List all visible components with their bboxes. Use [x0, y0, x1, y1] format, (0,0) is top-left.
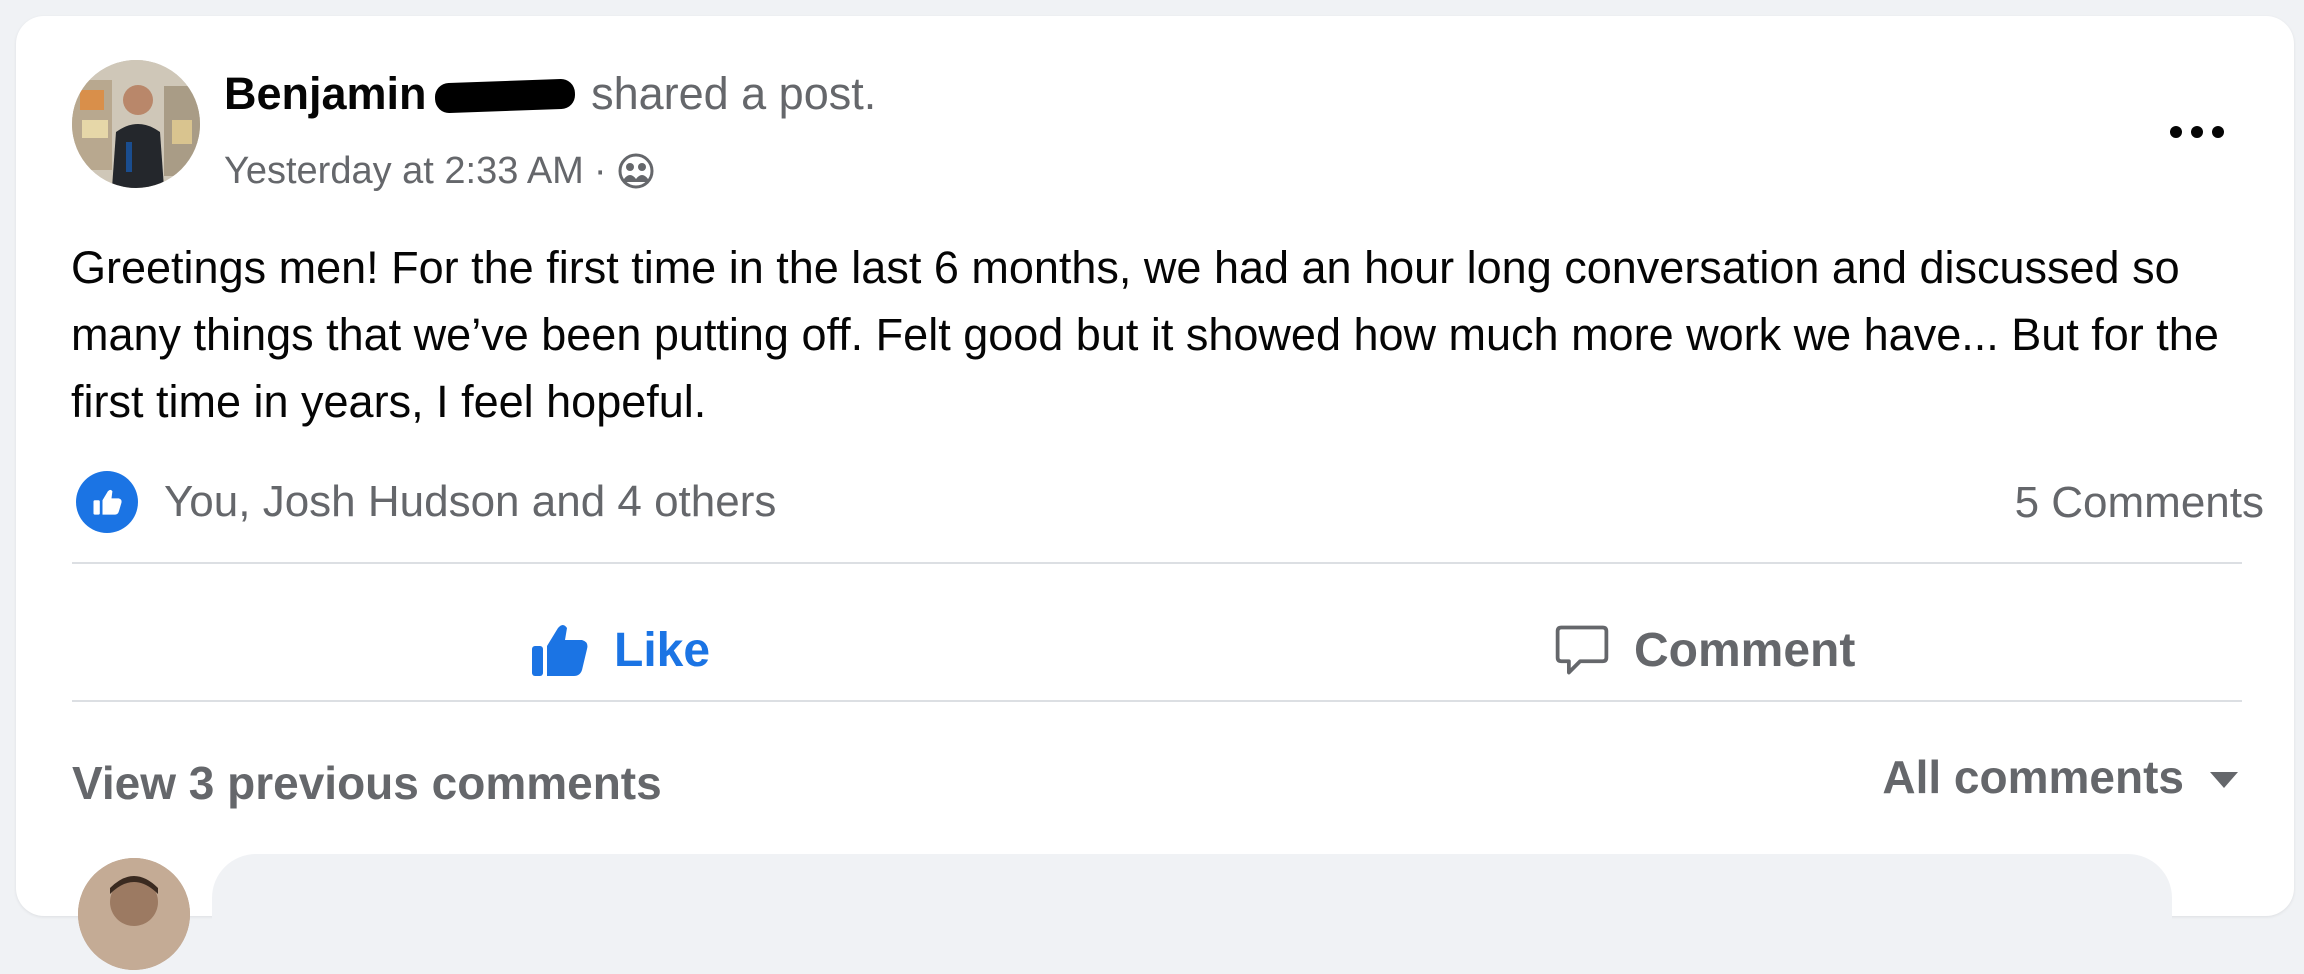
post-card: Benjamin shared a post. Yesterday at 2:3… — [16, 16, 2294, 974]
meta-separator: · — [593, 150, 607, 192]
author-avatar[interactable] — [72, 60, 200, 188]
divider — [72, 562, 2242, 564]
comment-button-label: Comment — [1634, 623, 1856, 677]
reactors-text[interactable]: You, Josh Hudson and 4 others — [164, 477, 776, 527]
like-button-label: Like — [614, 623, 711, 677]
author-avatar-image — [72, 60, 200, 188]
all-comments-label: All comments — [1882, 751, 2184, 803]
all-comments-dropdown[interactable]: All comments — [1882, 750, 2238, 804]
post-timestamp[interactable]: Yesterday at 2:33 AM — [224, 148, 584, 194]
thumbs-up-icon — [532, 625, 588, 676]
redaction-mark — [434, 78, 576, 114]
caret-down-icon — [2210, 772, 2238, 788]
post-meta: Yesterday at 2:33 AM · — [224, 148, 655, 194]
like-reaction-icon — [76, 471, 138, 533]
commenter-avatar[interactable] — [78, 858, 190, 970]
more-options-icon[interactable] — [2168, 112, 2226, 152]
like-button[interactable]: Like — [528, 612, 710, 688]
friends-icon[interactable] — [617, 152, 655, 190]
author-name[interactable]: Benjamin — [224, 68, 427, 119]
shared-text: shared a post. — [591, 68, 877, 119]
comment-button[interactable]: Comment — [1552, 612, 1855, 688]
comment-bubble — [212, 854, 2172, 974]
post-header: Benjamin shared a post. — [224, 66, 876, 122]
comment-icon — [1555, 625, 1609, 675]
comments-count[interactable]: 5 Comments — [2015, 478, 2264, 528]
post-body: Greetings men! For the first time in the… — [71, 242, 2219, 427]
view-previous-comments-link[interactable]: View 3 previous comments — [72, 756, 662, 810]
divider — [72, 700, 2242, 702]
reactions-summary[interactable]: You, Josh Hudson and 4 others — [76, 468, 776, 536]
